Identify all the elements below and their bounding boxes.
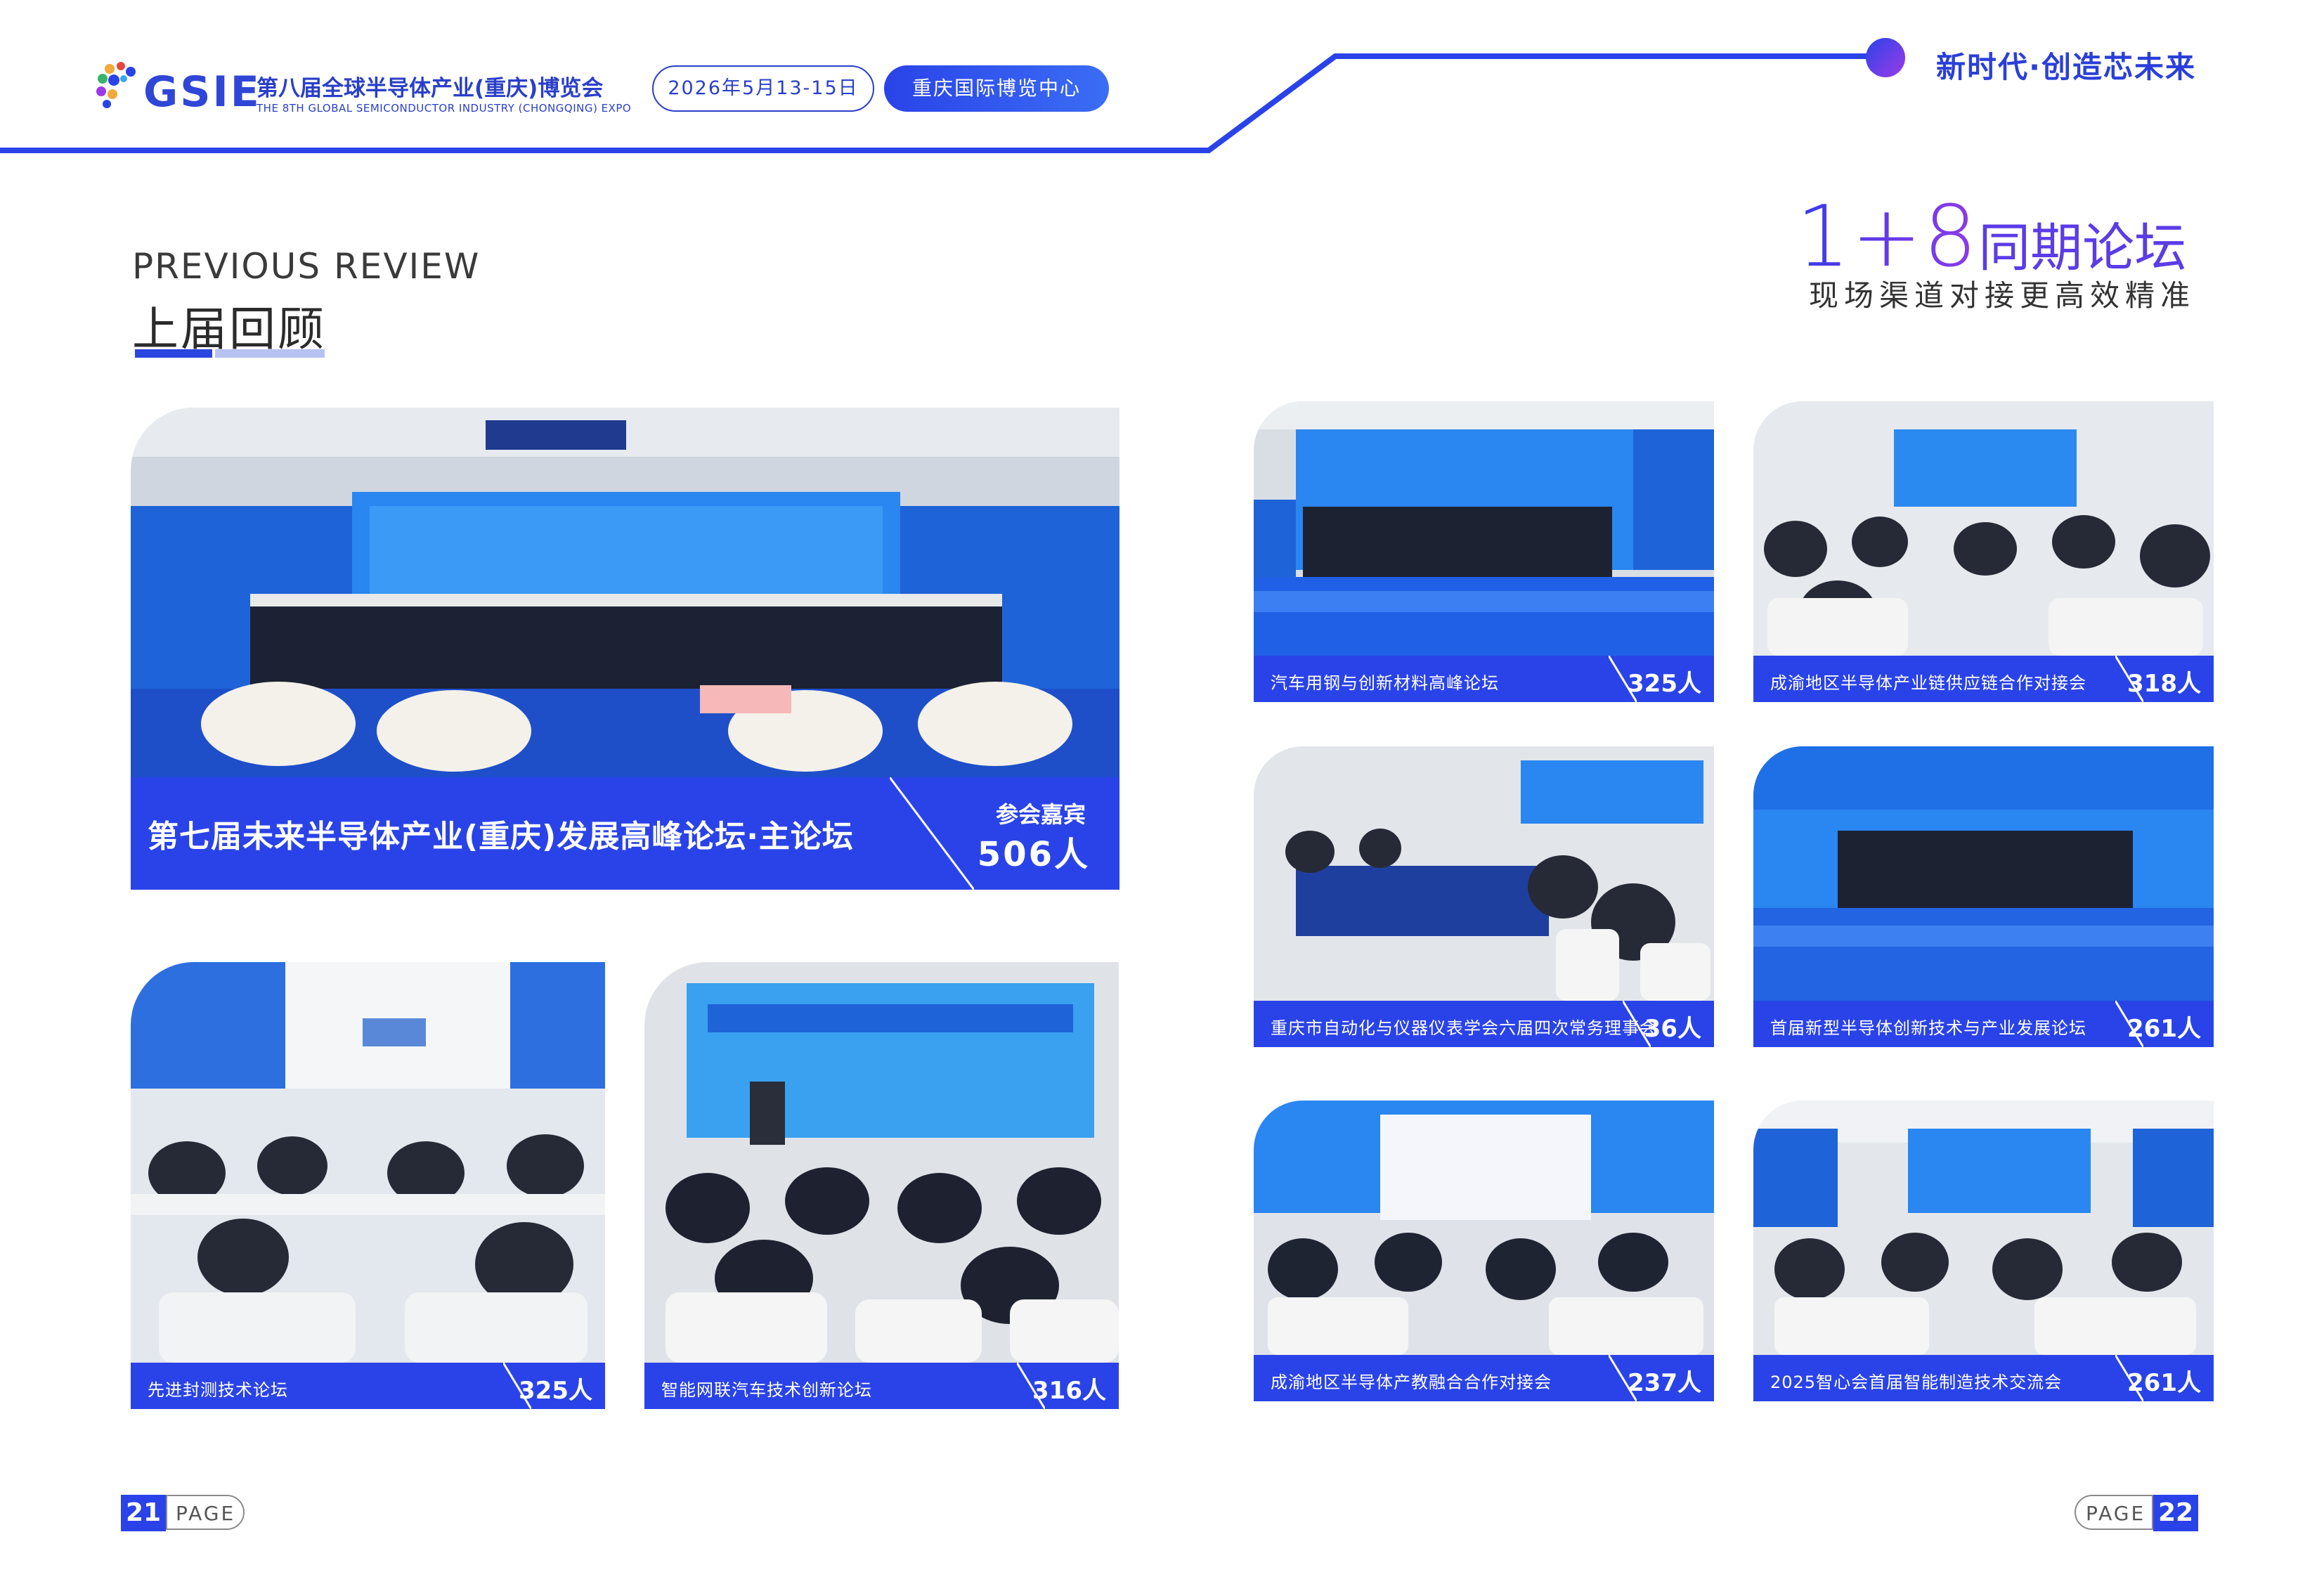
forum-caption: 成渝地区半导体产业链供应链合作对接会 318人: [1753, 656, 2214, 702]
forum-photo: [1254, 401, 1714, 656]
forum-photo: [131, 962, 605, 1363]
forum-caption: 首届新型半导体创新技术与产业发展论坛 261人: [1753, 1001, 2214, 1047]
forum-count: 318人: [2127, 670, 2201, 698]
forum-card-8: 2025智心会首届智能制造技术交流会 261人: [1753, 1101, 2214, 1401]
forum-name: 先进封测技术论坛: [148, 1380, 288, 1400]
main-forum-name: 第七届未来半导体产业(重庆)发展高峰论坛·主论坛: [148, 819, 854, 855]
forum-card-2: 智能网联汽车技术创新论坛 316人: [644, 962, 1119, 1409]
main-forum-photo: [131, 408, 1119, 780]
forum-card-1: 先进封测技术论坛 325人: [131, 962, 605, 1409]
forum-caption: 成渝地区半导体产教融合合作对接会 237人: [1254, 1355, 1714, 1401]
forum-card-3: 汽车用钢与创新材料高峰论坛 325人: [1254, 401, 1714, 702]
forum-caption: 汽车用钢与创新材料高峰论坛 325人: [1254, 656, 1714, 702]
main-forum-count-label: 参会嘉宾: [995, 801, 1086, 828]
forum-count: 36人: [1644, 1015, 1701, 1043]
forum-photo: [1753, 746, 2214, 1001]
forum-count: 316人: [1032, 1377, 1106, 1405]
forum-card-7: 成渝地区半导体产教融合合作对接会 237人: [1254, 1101, 1714, 1401]
forum-name: 成渝地区半导体产教融合合作对接会: [1271, 1372, 1552, 1392]
forum-name: 智能网联汽车技术创新论坛: [661, 1380, 872, 1400]
forum-photo: [1254, 746, 1714, 1001]
main-forum-card: 第七届未来半导体产业(重庆)发展高峰论坛·主论坛 参会嘉宾 506人: [131, 408, 1119, 890]
forum-count: 261人: [2127, 1369, 2201, 1397]
forum-count: 325人: [1628, 670, 1701, 698]
forum-name: 首届新型半导体创新技术与产业发展论坛: [1770, 1018, 2086, 1038]
gsie-logo-icon: [96, 62, 136, 108]
forum-name: 重庆市自动化与仪器仪表学会六届四次常务理事会: [1271, 1018, 1657, 1038]
section-title-en: PREVIOUS REVIEW: [132, 246, 481, 287]
forum-name: 成渝地区半导体产业链供应链合作对接会: [1770, 673, 2086, 693]
forum-count: 237人: [1628, 1369, 1701, 1397]
forum-count-label: 同期论坛: [1978, 218, 2187, 278]
expo-title-cn: 第八届全球半导体产业(重庆)博览会: [257, 76, 604, 101]
forum-caption: 2025智心会首届智能制造技术交流会 261人: [1753, 1355, 2214, 1401]
main-forum-caption: 第七届未来半导体产业(重庆)发展高峰论坛·主论坛 参会嘉宾 506人: [131, 777, 1119, 890]
slogan: 新时代·创造芯未来: [1936, 50, 2196, 84]
forum-photo: [1254, 1101, 1714, 1355]
main-forum-count: 506人: [977, 835, 1090, 874]
forum-caption: 先进封测技术论坛 325人: [131, 1363, 605, 1409]
forum-card-5: 重庆市自动化与仪器仪表学会六届四次常务理事会 36人: [1254, 746, 1714, 1047]
forum-name: 2025智心会首届智能制造技术交流会: [1770, 1372, 2063, 1392]
page-number: 21: [121, 1495, 166, 1531]
page-label: PAGE: [166, 1495, 245, 1530]
expo-date-badge: 2026年5月13-15日: [652, 65, 874, 112]
forum-count: 261人: [2127, 1015, 2201, 1043]
forum-photo: [644, 962, 1119, 1363]
section-title-underline: [135, 349, 325, 358]
forum-name: 汽车用钢与创新材料高峰论坛: [1271, 673, 1499, 693]
page-number: 22: [2153, 1495, 2198, 1531]
expo-title-en: THE 8TH GLOBAL SEMICONDUCTOR INDUSTRY (C…: [257, 102, 632, 115]
forum-caption: 智能网联汽车技术创新论坛 316人: [644, 1363, 1119, 1409]
forum-count-subtitle: 现场渠道对接更高效精准: [1809, 278, 2196, 313]
expo-venue-badge: 重庆国际博览中心: [884, 65, 1109, 112]
logo-text: GSIE: [143, 67, 261, 117]
forum-caption: 重庆市自动化与仪器仪表学会六届四次常务理事会 36人: [1254, 1001, 1714, 1047]
forum-photo: [1753, 401, 2214, 656]
forum-count: 325人: [519, 1377, 592, 1405]
forum-card-4: 成渝地区半导体产业链供应链合作对接会 318人: [1753, 401, 2214, 702]
forum-photo: [1753, 1101, 2214, 1355]
page-label: PAGE: [2075, 1495, 2153, 1530]
forum-card-6: 首届新型半导体创新技术与产业发展论坛 261人: [1753, 746, 2214, 1047]
caption-divider: [890, 777, 974, 890]
